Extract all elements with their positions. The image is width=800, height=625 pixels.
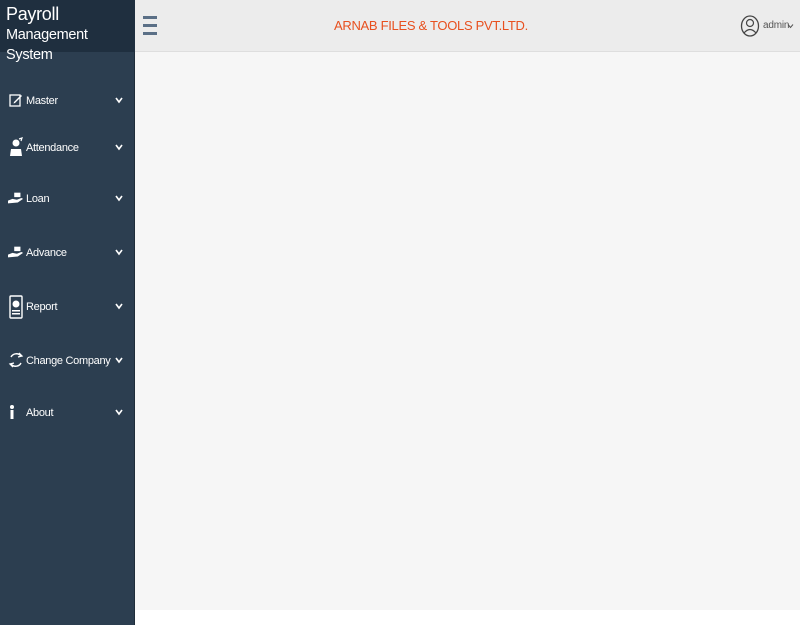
sidebar-item-attendance[interactable]: Attendance	[0, 133, 134, 163]
sidebar-item-label: Change Company	[26, 355, 111, 367]
sidebar-item-label: Attendance	[26, 142, 79, 154]
sidebar-item-about[interactable]: About	[0, 398, 134, 428]
menu-toggle-icon[interactable]	[143, 16, 157, 35]
attendance-icon	[8, 137, 24, 157]
sidebar-item-master[interactable]: Master	[0, 86, 134, 116]
brand[interactable]: Payroll Management System	[0, 0, 135, 63]
report-icon	[8, 295, 24, 319]
chevron-down-icon	[115, 97, 123, 104]
chevron-down-icon	[115, 409, 123, 416]
sidebar-item-label: About	[26, 407, 54, 419]
sidebar-item-label: Advance	[26, 247, 67, 259]
refresh-icon	[8, 350, 24, 370]
chevron-down-icon[interactable]	[787, 23, 794, 29]
sidebar: Payroll Management System Master Attenda…	[0, 0, 135, 625]
sidebar-item-advance[interactable]: Advance	[0, 238, 134, 268]
sidebar-item-loan[interactable]: Loan	[0, 184, 134, 214]
edit-icon	[8, 90, 24, 110]
chevron-down-icon	[115, 195, 123, 202]
hand-money-icon	[8, 188, 24, 208]
main-content	[135, 52, 800, 610]
user-avatar-icon[interactable]	[740, 14, 760, 38]
user-menu[interactable]: admin	[763, 20, 789, 32]
brand-subtitle: Management System	[6, 27, 88, 63]
company-name: ARNAB FILES & TOOLS PVT.LTD.	[334, 18, 528, 33]
chevron-down-icon	[115, 144, 123, 151]
app-window: Payroll Management System Master Attenda…	[0, 0, 800, 625]
info-icon	[4, 402, 20, 422]
brand-title: Payroll	[6, 4, 59, 24]
sidebar-item-change-company[interactable]: Change Company	[0, 346, 134, 376]
chevron-down-icon	[115, 303, 123, 310]
sidebar-item-label: Loan	[26, 193, 50, 205]
chevron-down-icon	[115, 357, 123, 364]
chevron-down-icon	[115, 249, 123, 256]
hand-money-icon	[8, 242, 24, 262]
sidebar-item-label: Master	[26, 95, 58, 107]
sidebar-item-report[interactable]: Report	[0, 292, 134, 322]
sidebar-item-label: Report	[26, 301, 58, 313]
top-header: ARNAB FILES & TOOLS PVT.LTD. admin	[135, 0, 800, 52]
